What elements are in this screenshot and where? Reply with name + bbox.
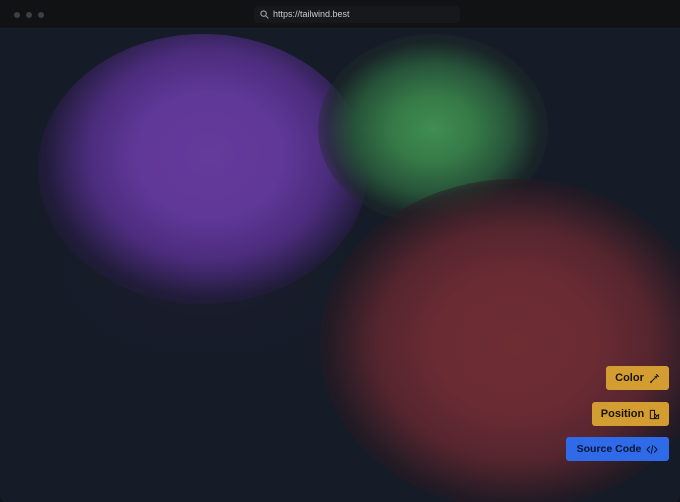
address-bar[interactable]: https://tailwind.best	[254, 6, 460, 23]
browser-window: https://tailwind.best Color Position Sou…	[0, 0, 680, 502]
url-text: https://tailwind.best	[273, 9, 350, 19]
position-button[interactable]: Position	[592, 402, 669, 426]
search-icon	[260, 10, 269, 19]
eyedropper-icon	[649, 373, 659, 383]
source-code-button-label: Source Code	[576, 443, 642, 455]
source-code-button[interactable]: Source Code	[566, 437, 669, 461]
purple-blob[interactable]	[38, 34, 368, 304]
browser-titlebar: https://tailwind.best	[0, 0, 680, 29]
window-close-dot[interactable]	[14, 12, 20, 18]
shapes-icon	[650, 409, 660, 419]
window-minimize-dot[interactable]	[26, 12, 32, 18]
code-icon	[646, 444, 658, 454]
page-viewport	[0, 29, 680, 502]
window-maximize-dot[interactable]	[38, 12, 44, 18]
color-button[interactable]: Color	[606, 366, 669, 390]
position-button-label: Position	[600, 408, 645, 420]
color-button-label: Color	[615, 372, 644, 384]
